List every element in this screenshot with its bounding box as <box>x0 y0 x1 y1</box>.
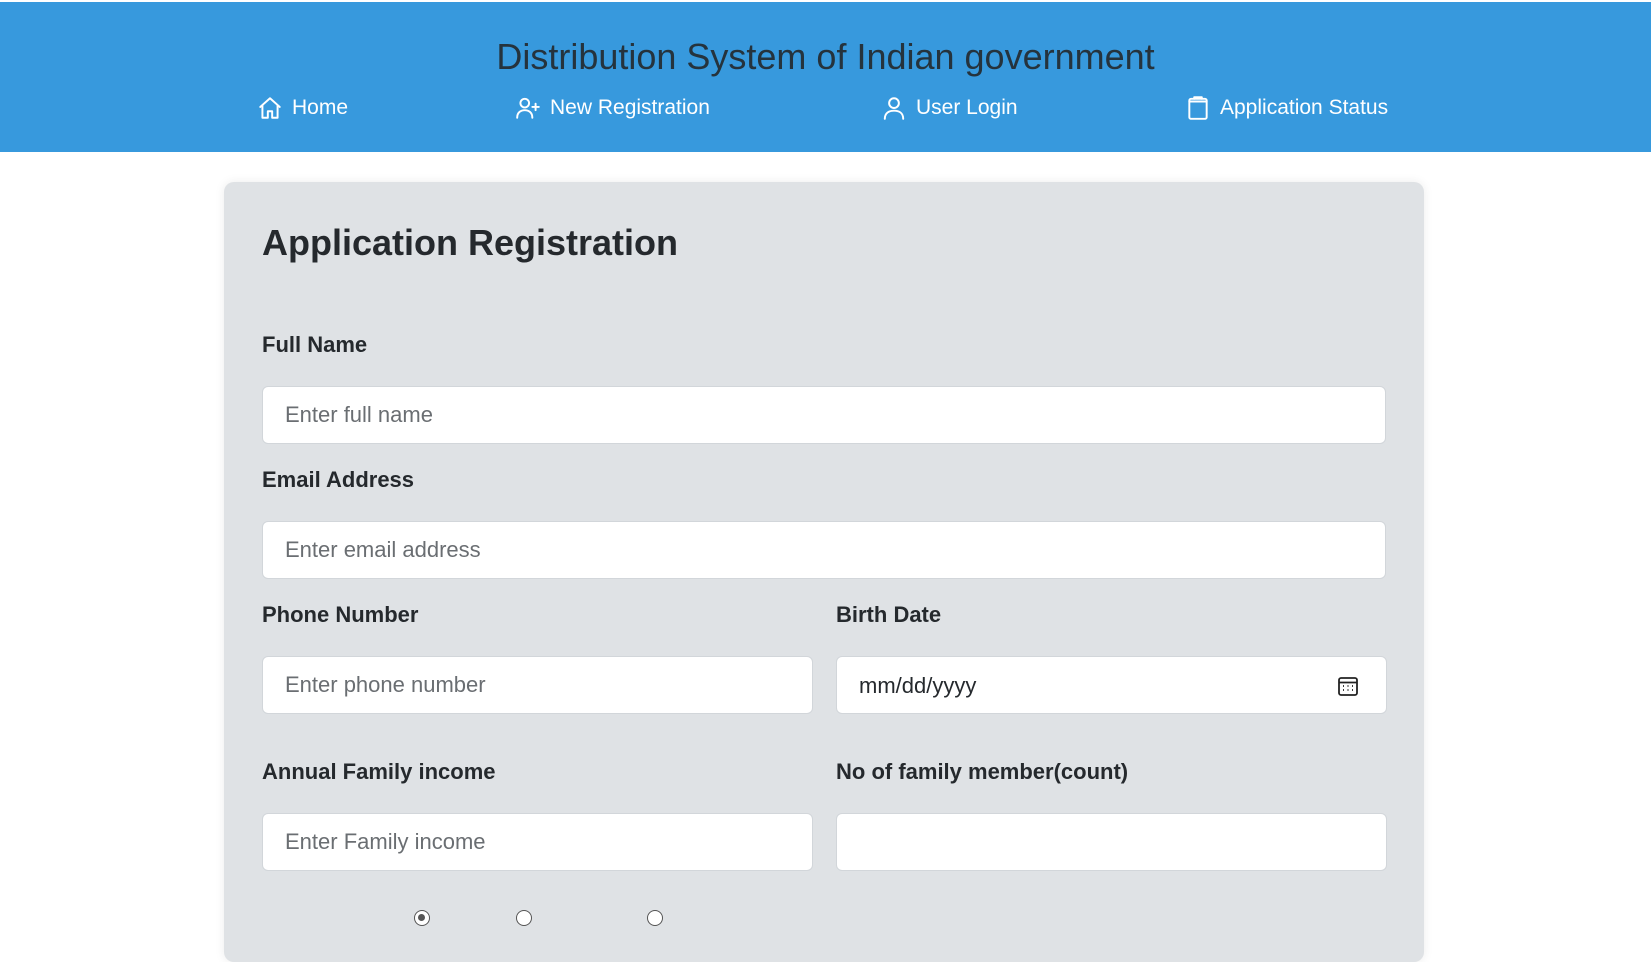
email-input[interactable] <box>262 521 1386 579</box>
radio-option-1[interactable] <box>414 910 430 926</box>
birth-date-label: Birth Date <box>836 602 942 627</box>
birth-date-placeholder: mm/dd/yyyy <box>859 673 977 698</box>
full-name-input[interactable] <box>262 386 1386 444</box>
email-label: Email Address <box>262 467 415 492</box>
phone-label: Phone Number <box>262 602 419 627</box>
members-label: No of family member(count) <box>836 759 1129 784</box>
clipboard-icon <box>1184 94 1212 122</box>
birth-date-input[interactable]: mm/dd/yyyy <box>836 656 1387 714</box>
form-title: Application Registration <box>262 222 679 263</box>
nav-user-login-label: User Login <box>916 96 1018 119</box>
nav-home[interactable]: Home <box>256 90 348 126</box>
income-input[interactable] <box>262 813 813 871</box>
site-title: Distribution System of Indian government <box>496 36 1155 77</box>
nav-new-registration-label: New Registration <box>550 96 710 119</box>
radio-option-2[interactable] <box>516 910 532 926</box>
full-name-label: Full Name <box>262 332 368 357</box>
nav-application-status-label: Application Status <box>1220 96 1389 119</box>
user-plus-icon <box>514 94 542 122</box>
header-bar: Distribution System of Indian government… <box>0 2 1651 152</box>
income-label: Annual Family income <box>262 759 496 784</box>
radio-option-3[interactable] <box>647 910 663 926</box>
phone-input[interactable] <box>262 656 813 714</box>
members-input[interactable] <box>836 813 1387 871</box>
home-icon <box>256 94 284 122</box>
nav-new-registration[interactable]: New Registration <box>514 90 710 126</box>
nav-home-label: Home <box>292 96 349 119</box>
user-icon <box>880 94 908 122</box>
nav-application-status[interactable]: Application Status <box>1184 90 1388 126</box>
nav-user-login[interactable]: User Login <box>880 90 1018 126</box>
registration-card: Application Registration Full Name Email… <box>224 182 1424 962</box>
calendar-icon[interactable] <box>1336 674 1360 698</box>
